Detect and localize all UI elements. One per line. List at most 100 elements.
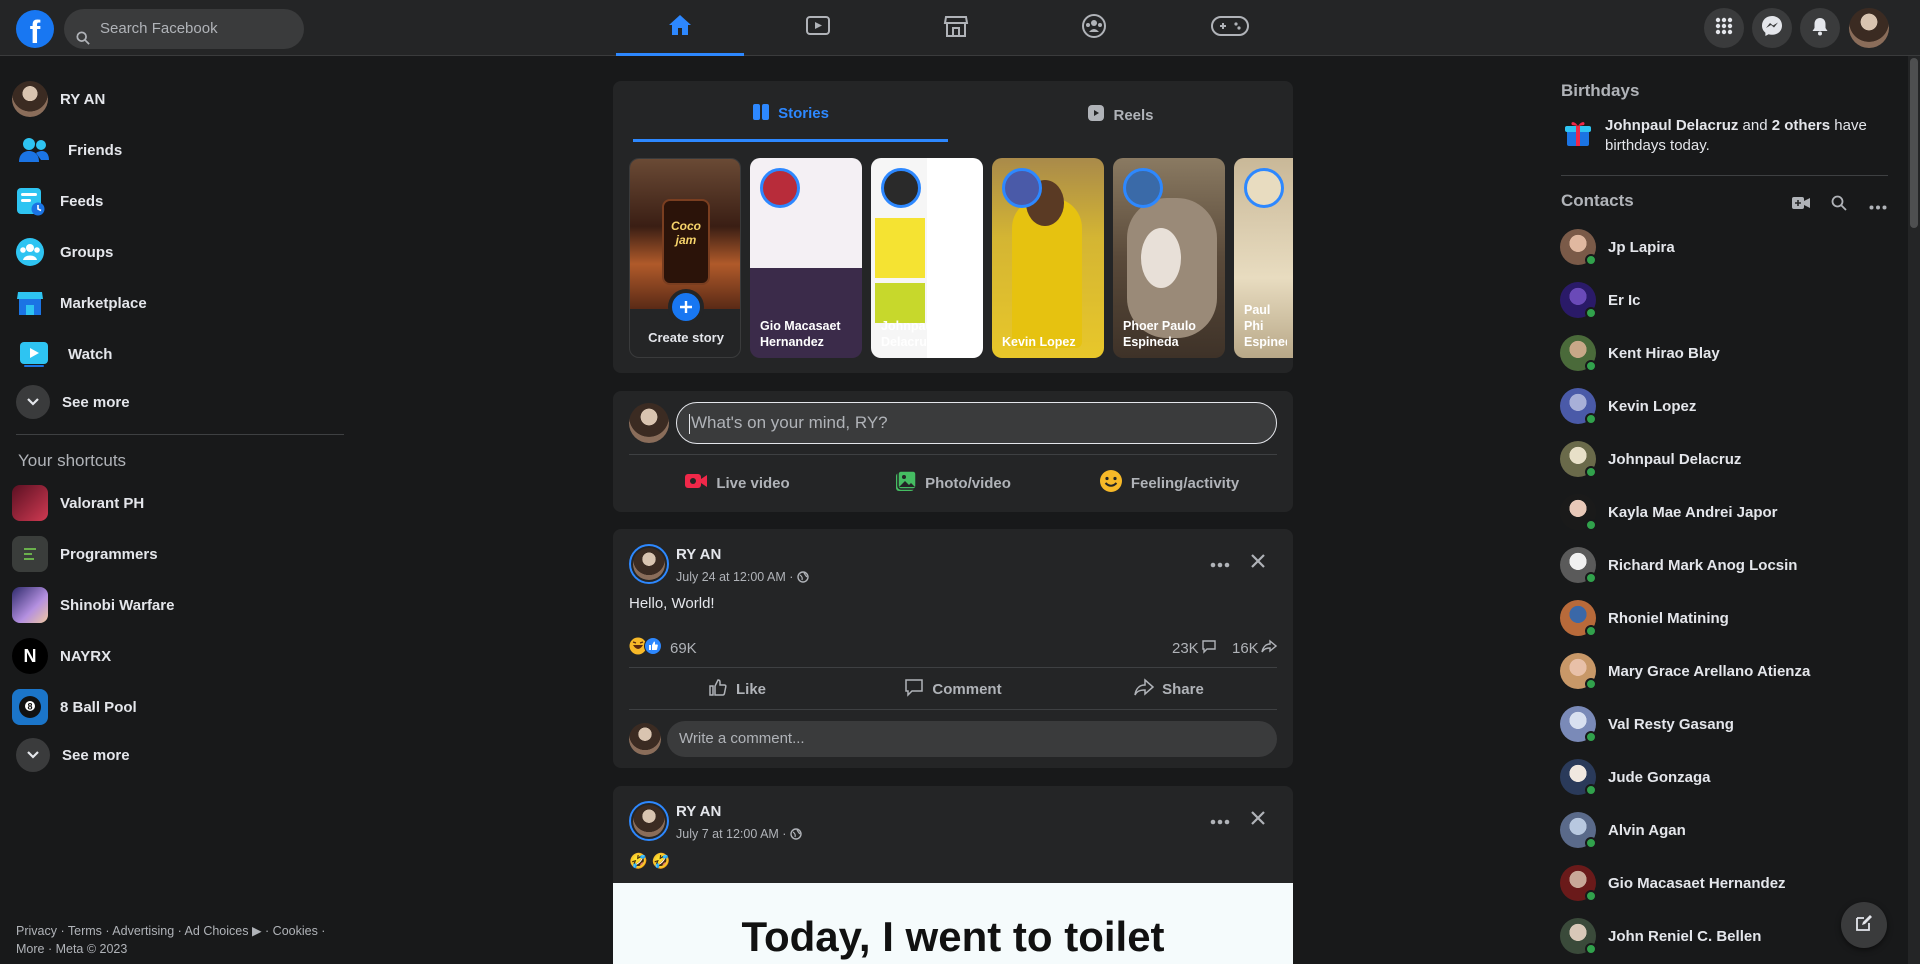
post-author[interactable]: RY AN [676, 546, 721, 563]
hide-post-button[interactable] [1240, 802, 1276, 838]
facebook-logo[interactable]: f [16, 10, 54, 48]
birthday-name[interactable]: Johnpaul Delacruz [1605, 117, 1738, 134]
sidebar-item-friends[interactable]: Friends [12, 126, 122, 174]
post-text: 🤣 🤣 [629, 853, 671, 870]
sidebar-item-groups[interactable]: Groups [12, 228, 113, 276]
post-timestamp[interactable]: July 7 at 12:00 AM · [676, 827, 802, 843]
story-card[interactable]: Phoer Paulo Espineda [1113, 158, 1225, 358]
contact-item[interactable]: Val Resty Gasang [1560, 702, 1890, 746]
messenger-button[interactable] [1752, 8, 1792, 48]
online-status-dot [1585, 572, 1597, 584]
contact-item[interactable]: Alvin Agan [1560, 808, 1890, 852]
contact-item[interactable]: Gio Macasaet Hernandez [1560, 861, 1890, 905]
shortcut-item-nayrx[interactable]: N NAYRX [12, 632, 111, 680]
contact-avatar [1560, 865, 1597, 902]
hide-post-button[interactable] [1240, 545, 1276, 581]
photo-video-button[interactable]: Photo/video [845, 462, 1061, 504]
profile-avatar-button[interactable] [1849, 8, 1889, 48]
contact-item[interactable]: Johnpaul Delacruz [1560, 437, 1890, 481]
contact-item[interactable]: Jp Lapira [1560, 225, 1890, 269]
avatar[interactable] [629, 403, 669, 443]
scrollbar-thumb[interactable] [1910, 58, 1918, 228]
comment-bubble-icon [1201, 638, 1217, 658]
shortcuts-see-more-button[interactable]: See more [16, 731, 130, 779]
like-button[interactable]: Like [629, 671, 845, 707]
post-divider [629, 709, 1277, 710]
new-message-button[interactable] [1841, 902, 1887, 948]
contact-item[interactable]: Mary Grace Arellano Atienza [1560, 649, 1890, 693]
story-card[interactable]: Paul Phi Espined [1234, 158, 1293, 358]
tab-watch[interactable] [754, 0, 882, 56]
contact-item[interactable]: Jude Gonzaga [1560, 755, 1890, 799]
avatar [633, 805, 665, 837]
contact-avatar [1560, 335, 1597, 372]
groups-icon [12, 234, 48, 270]
tab-gaming[interactable] [1166, 0, 1294, 56]
footer-line[interactable]: Privacy · Terms · Advertising · Ad Choic… [16, 922, 346, 940]
menu-button[interactable] [1704, 8, 1744, 48]
whats-on-your-mind-input[interactable]: What's on your mind, RY? [676, 402, 1277, 444]
post-image[interactable]: Today, I went to toilet [613, 883, 1293, 964]
contact-item[interactable]: Rhoniel Matining [1560, 596, 1890, 640]
feeling-activity-button[interactable]: Feeling/activity [1061, 462, 1277, 504]
friends-icon [12, 132, 56, 168]
share-button[interactable]: Share [1061, 671, 1277, 707]
shortcut-item-shinobi[interactable]: Shinobi Warfare [12, 581, 174, 629]
tab-marketplace[interactable] [892, 0, 1020, 56]
post-timestamp[interactable]: July 24 at 12:00 AM · [676, 570, 809, 586]
search-input[interactable]: Search Facebook [64, 9, 304, 49]
create-story-card[interactable]: Coco jam Create story [629, 158, 741, 358]
footer-line[interactable]: More · Meta © 2023 [16, 940, 346, 958]
watch-icon [12, 336, 56, 372]
share-label: Share [1162, 680, 1204, 698]
live-video-button[interactable]: Live video [629, 462, 845, 504]
tab-groups[interactable] [1030, 0, 1158, 56]
contact-item[interactable]: Kevin Lopez [1560, 384, 1890, 428]
contacts-options-button[interactable] [1865, 195, 1891, 215]
online-status-dot [1585, 466, 1597, 478]
comments-count[interactable]: 23K [1172, 638, 1217, 658]
footer-links[interactable]: Privacy · Terms · Advertising · Ad Choic… [16, 922, 346, 958]
story-card[interactable]: Johnpaul Delacruz [871, 158, 983, 358]
post-options-button[interactable] [1202, 802, 1238, 838]
sidebar-item-marketplace[interactable]: Marketplace [12, 279, 147, 327]
contact-item[interactable]: Richard Mark Anog Locsin [1560, 543, 1890, 587]
story-card[interactable]: Gio Macasaet Hernandez [750, 158, 862, 358]
contact-item[interactable]: Er Ic [1560, 278, 1890, 322]
sidebar-item-profile[interactable]: RY AN [12, 75, 105, 123]
see-more-button[interactable]: See more [16, 378, 130, 426]
see-more-label: See more [62, 746, 130, 764]
contact-name: Alvin Agan [1608, 821, 1686, 839]
post-options-button[interactable] [1202, 545, 1238, 581]
sidebar-item-feeds[interactable]: Feeds [12, 177, 103, 225]
shinobi-warfare-icon [12, 587, 48, 623]
post-avatar[interactable] [629, 544, 669, 584]
search-contacts-button[interactable] [1827, 195, 1851, 215]
reactions-summary[interactable]: 69K [629, 637, 697, 659]
post-text: Hello, World! [629, 595, 715, 612]
shortcut-item-programmers[interactable]: Programmers [12, 530, 158, 578]
comment-button[interactable]: Comment [845, 671, 1061, 707]
birthdays-title: Birthdays [1561, 81, 1640, 100]
birthday-others[interactable]: 2 others [1772, 117, 1830, 134]
tab-reels[interactable]: Reels [948, 88, 1293, 142]
tab-stories[interactable]: Stories [633, 88, 948, 142]
shortcut-item-8ball[interactable]: 8 8 Ball Pool [12, 683, 137, 731]
story-card[interactable]: Kevin Lopez [992, 158, 1104, 358]
story-author: Johnpaul Delacruz [881, 319, 937, 349]
post-author[interactable]: RY AN [676, 803, 721, 820]
plus-icon [668, 289, 704, 325]
new-room-button[interactable] [1788, 195, 1814, 215]
shares-count[interactable]: 16K [1232, 638, 1277, 658]
sidebar-item-watch[interactable]: Watch [12, 330, 112, 378]
tab-home[interactable] [616, 0, 744, 56]
birthday-notice[interactable]: Johnpaul Delacruz and 2 others have birt… [1605, 116, 1895, 156]
story-avatar [1002, 168, 1042, 208]
programmers-icon [12, 536, 48, 572]
post-avatar[interactable] [629, 801, 669, 841]
contact-item[interactable]: Kayla Mae Andrei Japor [1560, 490, 1890, 534]
shortcut-item-valorant[interactable]: Valorant PH [12, 479, 144, 527]
contact-item[interactable]: Kent Hirao Blay [1560, 331, 1890, 375]
notifications-button[interactable] [1800, 8, 1840, 48]
write-comment-input[interactable]: Write a comment... [667, 721, 1277, 757]
